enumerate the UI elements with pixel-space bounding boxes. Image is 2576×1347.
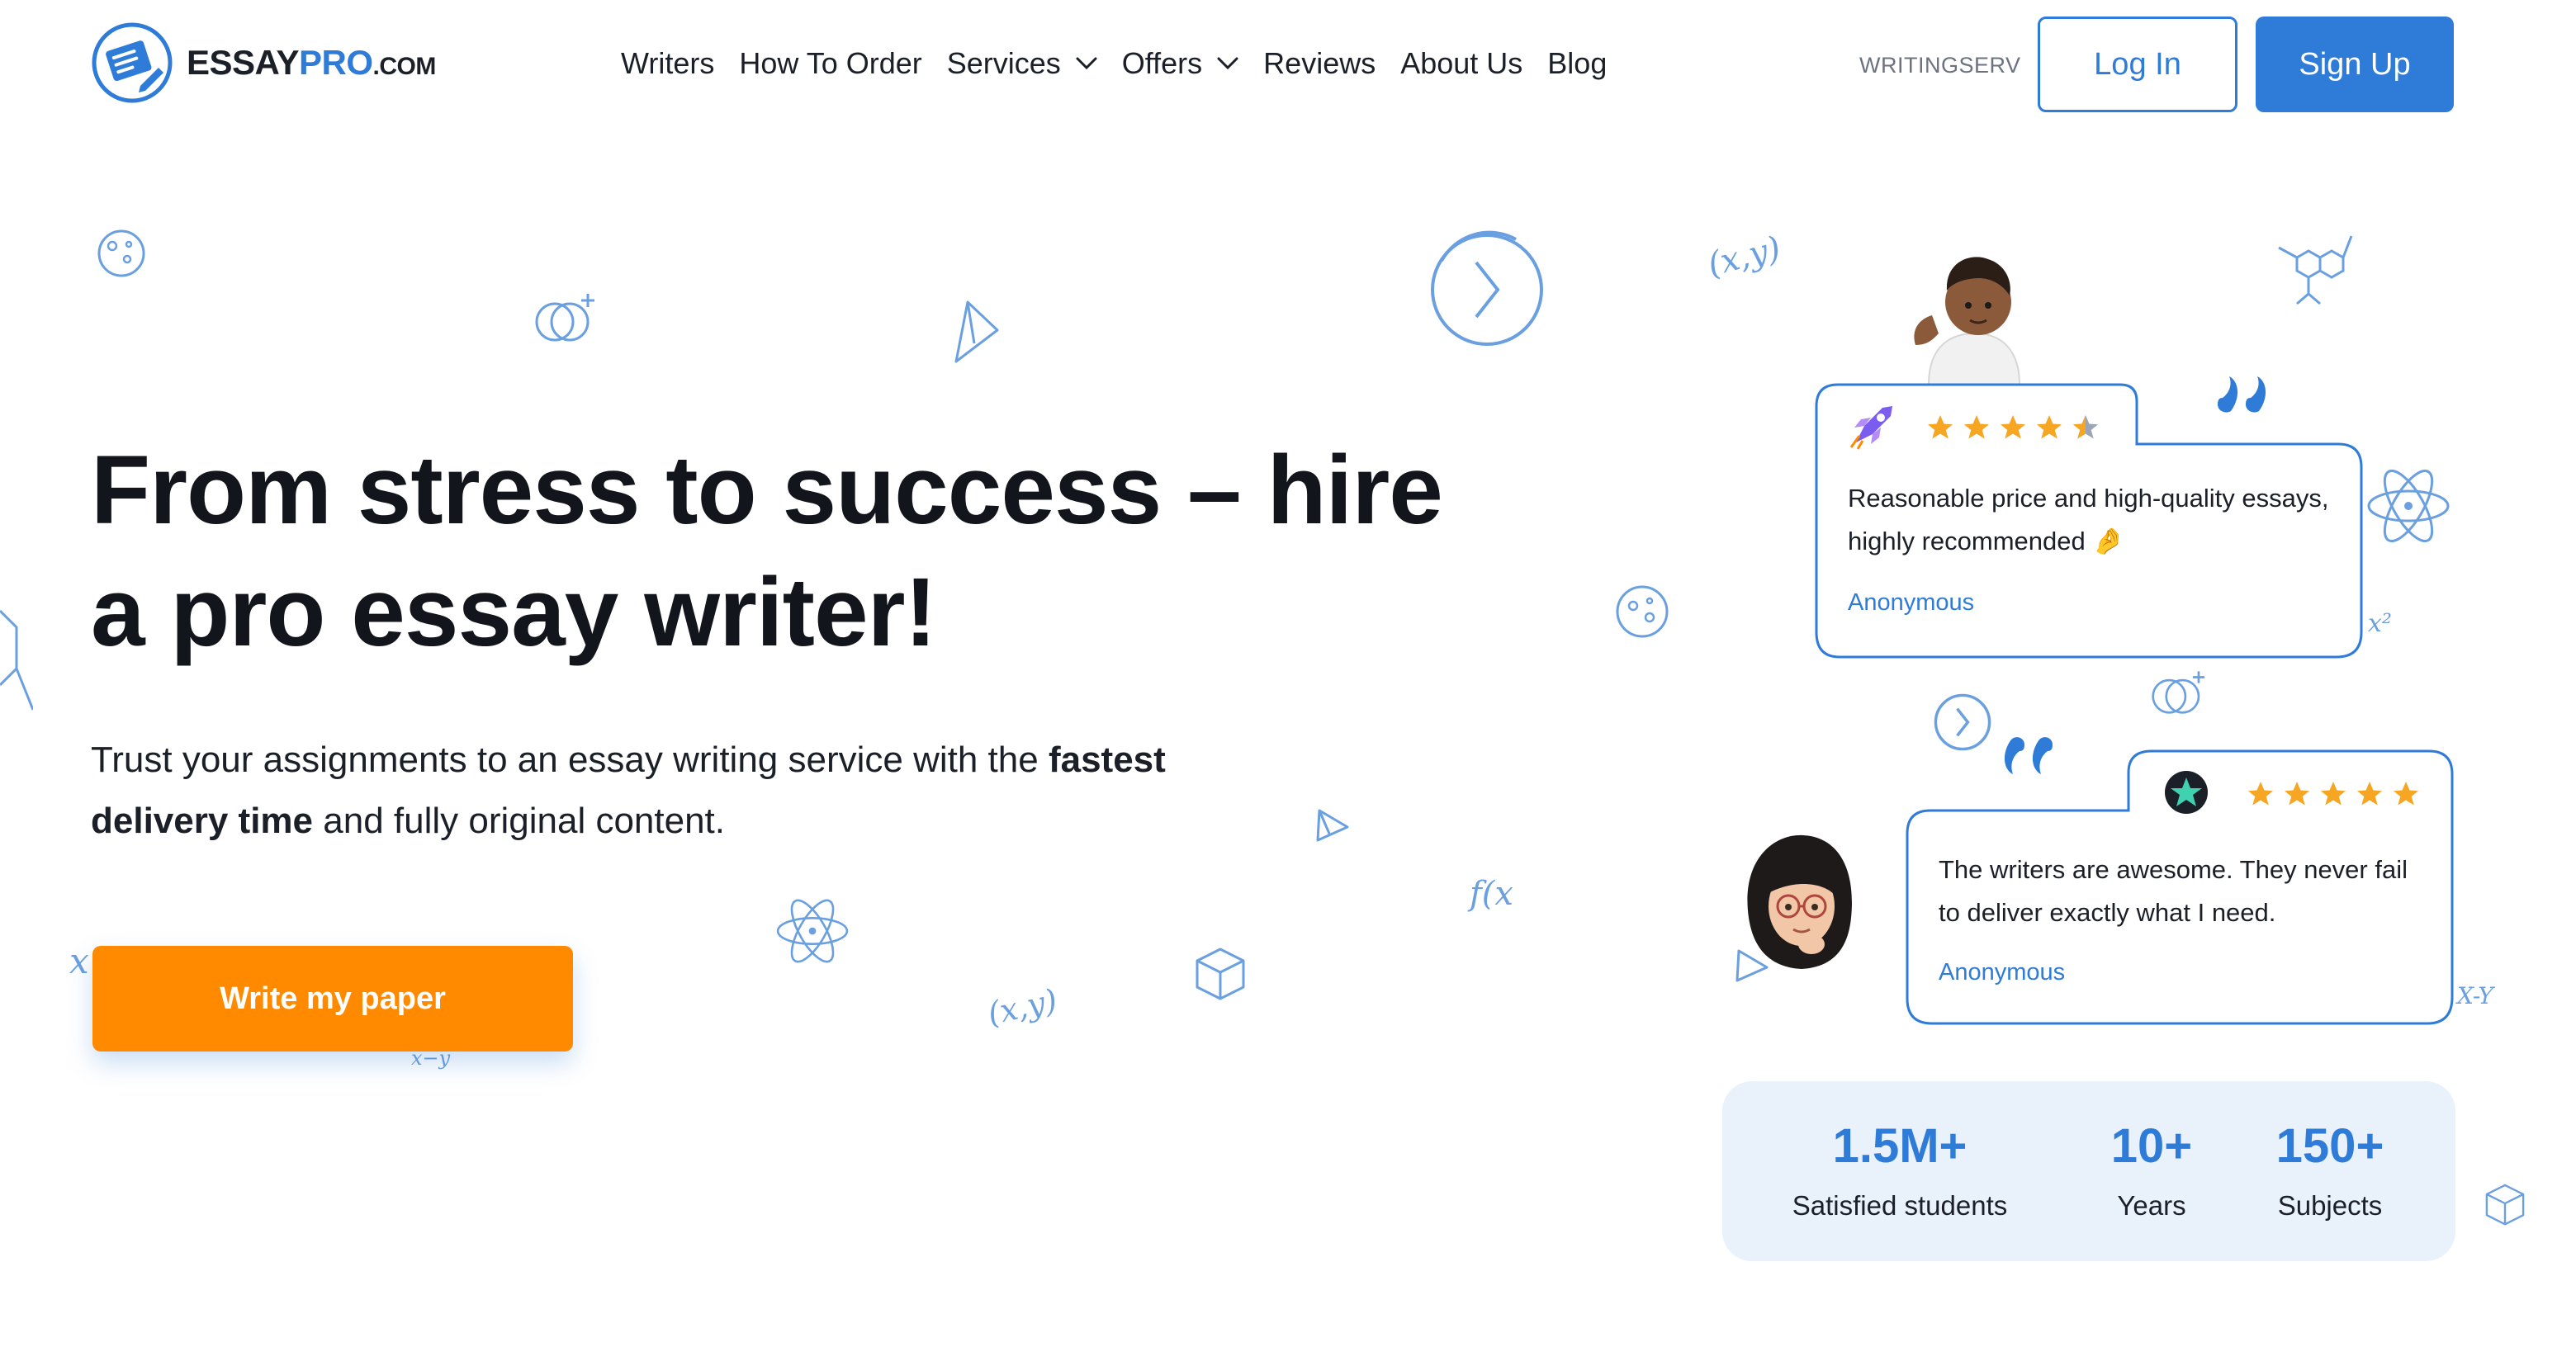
clock-doodle-icon xyxy=(1425,228,1549,352)
planet-doodle-icon xyxy=(96,228,147,279)
star-icon xyxy=(2001,415,2025,439)
nav-item-services[interactable]: Services xyxy=(947,46,1097,81)
rating-stars xyxy=(1925,413,2107,442)
signup-button[interactable]: Sign Up xyxy=(2256,17,2454,112)
cube-doodle-icon xyxy=(2480,1179,2530,1228)
hexagon-doodle-icon xyxy=(0,594,33,718)
stat-years: 10+ Years xyxy=(2069,1118,2234,1222)
xy-doodle-label: (x,y) xyxy=(1703,229,1785,285)
nav-item-about-us[interactable]: About Us xyxy=(1400,46,1522,81)
stats-panel: 1.5M+ Satisfied students 10+ Years 150+ … xyxy=(1722,1081,2455,1261)
clock-doodle-icon xyxy=(1932,692,1993,753)
review-text: The writers are awesome. They never fail… xyxy=(1939,855,2408,927)
venn-doodle-icon xyxy=(530,289,599,350)
stat-satisfied-students: 1.5M+ Satisfied students xyxy=(1780,1118,2020,1222)
review-author: Anonymous xyxy=(1848,589,1975,616)
star-icon xyxy=(1928,415,1953,439)
x-squared-doodle-label: x² xyxy=(2368,609,2392,638)
xy-doodle-label: (x,y) xyxy=(984,981,1061,1033)
chevron-down-icon xyxy=(1217,57,1238,70)
nav-item-how-to-order[interactable]: How To Order xyxy=(739,46,921,81)
triangle-doodle-icon xyxy=(949,297,1002,366)
nav-item-offers[interactable]: Offers xyxy=(1122,46,1238,81)
rating-stars xyxy=(2246,779,2427,809)
nav-item-reviews[interactable]: Reviews xyxy=(1263,46,1376,81)
star-icon xyxy=(2321,782,2346,806)
star-icon xyxy=(2394,782,2418,806)
nav-item-writers[interactable]: Writers xyxy=(621,46,714,81)
atom-doodle-icon xyxy=(2363,461,2454,551)
stat-value: 10+ xyxy=(2110,1119,2193,1173)
molecule-doodle-icon xyxy=(2272,224,2358,320)
atom-doodle-icon xyxy=(773,891,852,971)
login-button[interactable]: Log In xyxy=(2038,17,2237,112)
brand-wordmark-highlight: PRO xyxy=(299,43,373,82)
stat-value: 150+ xyxy=(2275,1119,2384,1173)
star-icon xyxy=(2285,782,2309,806)
stat-label: Satisfied students xyxy=(1792,1190,2008,1221)
star-badge-icon xyxy=(2165,771,2208,814)
promo-code-label: WRITINGSERV xyxy=(1859,53,2021,78)
planet-doodle-icon xyxy=(1613,583,1671,640)
chevron-down-icon xyxy=(1076,57,1097,70)
brand-logo[interactable]: ESSAYPRO.COM xyxy=(91,21,436,104)
stat-label: Years xyxy=(2117,1190,2186,1221)
fx-doodle-label: f(x xyxy=(1470,875,1513,913)
quote-close-icon xyxy=(2218,376,2266,413)
x-minus-y-doodle-label: X-Y xyxy=(2457,982,2493,1009)
stat-value: 1.5M+ xyxy=(1832,1119,1968,1173)
cube-doodle-icon xyxy=(1189,941,1252,1004)
x-doodle-label: x xyxy=(69,941,89,981)
star-icon xyxy=(2248,782,2273,806)
venn-doodle-icon xyxy=(2147,667,2209,721)
review-card: The writers are awesome. They never fail… xyxy=(1904,748,2455,1027)
brand-wordmark-suffix: .COM xyxy=(372,53,437,80)
rocket-icon xyxy=(1849,406,1892,450)
star-icon xyxy=(2037,415,2062,439)
review-text: Reasonable price and high-quality essays… xyxy=(1848,484,2329,555)
brand-wordmark: ESSAYPRO.COM xyxy=(187,43,437,82)
hero-subtitle: Trust your assignments to an essay writi… xyxy=(91,740,1166,841)
triangle-doodle-icon xyxy=(1313,806,1352,845)
star-icon xyxy=(2357,782,2382,806)
hero-title: From stress to success – hire a pro essa… xyxy=(91,436,1443,667)
star-half-icon xyxy=(2073,415,2098,439)
reviewer-avatar-woman xyxy=(1732,827,1868,976)
star-icon xyxy=(1964,415,1989,439)
review-author: Anonymous xyxy=(1939,959,2066,985)
write-my-paper-button[interactable]: Write my paper xyxy=(92,946,573,1052)
notebook-pen-icon xyxy=(92,22,173,103)
nav-item-blog[interactable]: Blog xyxy=(1547,46,1607,81)
review-card: Reasonable price and high-quality essays… xyxy=(1813,381,2366,662)
stat-label: Subjects xyxy=(2277,1190,2383,1221)
stat-subjects: 150+ Subjects xyxy=(2239,1118,2421,1222)
reviewer-avatar-man xyxy=(1896,236,2044,385)
main-nav: Writers How To Order Services Offers Rev… xyxy=(621,43,1631,84)
